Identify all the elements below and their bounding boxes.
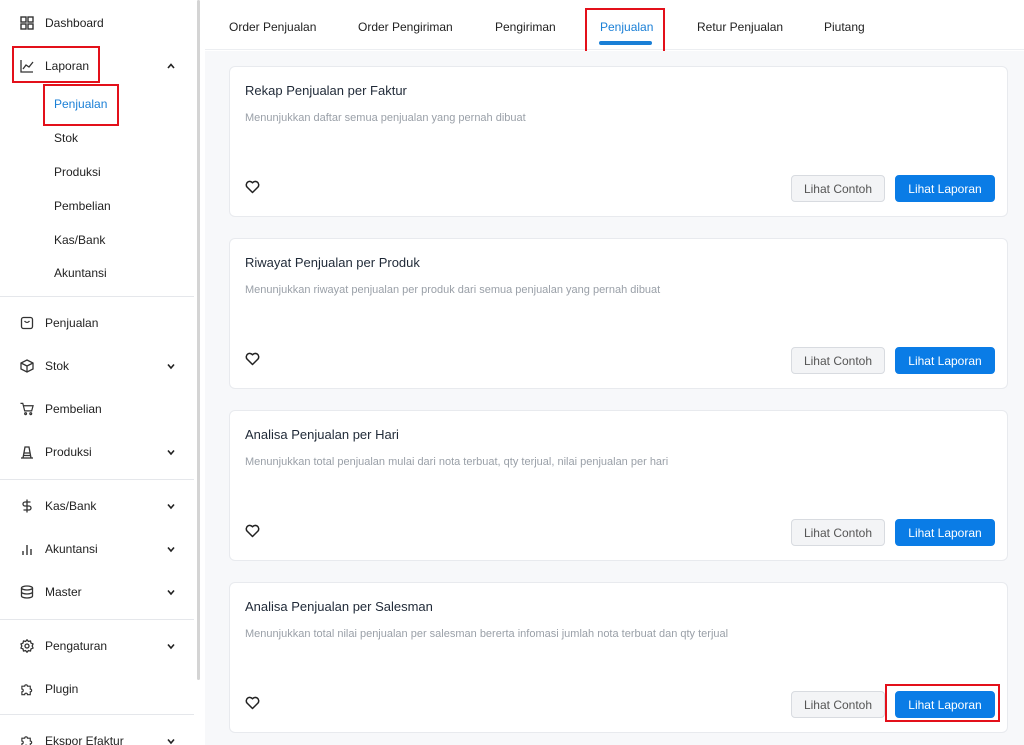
sidebar-item-akuntansi[interactable]: Akuntansi — [0, 532, 194, 566]
sidebar-item-kasbank[interactable]: Kas/Bank — [0, 489, 194, 523]
factory-icon — [20, 445, 34, 459]
sidebar-subitem-pembelian[interactable]: Pembelian — [54, 199, 111, 213]
bar-chart-icon — [20, 542, 34, 556]
highlight-box-laporan — [12, 46, 100, 83]
view-report-button[interactable]: Lihat Laporan — [895, 347, 995, 374]
gear-icon — [20, 639, 34, 653]
chevron-down-icon[interactable] — [165, 640, 177, 652]
report-title: Analisa Penjualan per Hari — [245, 427, 399, 442]
chevron-up-icon[interactable] — [165, 60, 177, 72]
chevron-down-icon[interactable] — [165, 586, 177, 598]
report-description: Menunjukkan riwayat penjualan per produk… — [245, 284, 661, 296]
heart-icon[interactable] — [245, 696, 260, 710]
highlight-box-tab-penjualan — [585, 8, 665, 57]
sidebar-item-dashboard[interactable]: Dashboard — [0, 6, 194, 40]
heart-icon[interactable] — [245, 180, 260, 194]
sidebar-item-ekspor-efaktur[interactable]: Ekspor Efaktur — [0, 724, 194, 745]
sidebar-item-pengaturan[interactable]: Pengaturan — [0, 629, 194, 663]
chevron-down-icon[interactable] — [165, 543, 177, 555]
sidebar-item-label: Produksi — [45, 445, 92, 459]
report-title: Rekap Penjualan per Faktur — [245, 83, 407, 98]
report-card: Analisa Penjualan per Hari Menunjukkan t… — [229, 410, 1008, 561]
sidebar-divider — [0, 479, 194, 480]
report-description: Menunjukkan total nilai penjualan per sa… — [245, 628, 729, 640]
sidebar-subitem-produksi[interactable]: Produksi — [54, 165, 101, 179]
report-card: Riwayat Penjualan per Produk Menunjukkan… — [229, 238, 1008, 389]
sidebar-item-label: Kas/Bank — [45, 499, 97, 513]
export-icon — [20, 734, 34, 745]
sidebar-item-label: Pembelian — [45, 402, 102, 416]
sidebar-scrollbar[interactable] — [197, 0, 200, 680]
receipt-icon — [20, 316, 34, 330]
sidebar-item-label: Pengaturan — [45, 639, 108, 653]
sidebar-subitem-akuntansi[interactable]: Akuntansi — [54, 266, 107, 280]
sidebar-item-stok[interactable]: Stok — [0, 349, 194, 383]
view-report-button[interactable]: Lihat Laporan — [895, 519, 995, 546]
grid-icon — [20, 16, 34, 30]
report-title: Riwayat Penjualan per Produk — [245, 255, 420, 270]
view-example-button[interactable]: Lihat Contoh — [791, 175, 885, 202]
sidebar-item-produksi[interactable]: Produksi — [0, 435, 194, 469]
tab-retur-penjualan[interactable]: Retur Penjualan — [697, 20, 783, 34]
view-example-button[interactable]: Lihat Contoh — [791, 519, 885, 546]
tab-piutang[interactable]: Piutang — [824, 20, 865, 34]
box-icon — [20, 359, 34, 373]
chevron-down-icon[interactable] — [165, 735, 177, 745]
chevron-down-icon[interactable] — [165, 446, 177, 458]
report-description: Menunjukkan total penjualan mulai dari n… — [245, 456, 669, 468]
sidebar-item-label: Ekspor Efaktur — [45, 734, 124, 745]
sidebar-item-plugin[interactable]: Plugin — [0, 672, 194, 706]
sidebar-item-label: Plugin — [45, 682, 79, 696]
sidebar-item-label: Stok — [45, 359, 70, 373]
view-example-button[interactable]: Lihat Contoh — [791, 691, 885, 718]
report-list: Rekap Penjualan per Faktur Menunjukkan d… — [205, 51, 1024, 745]
plugin-icon — [20, 682, 34, 696]
cart-icon — [20, 402, 34, 416]
tab-order-pengiriman[interactable]: Order Pengiriman — [358, 20, 453, 34]
sidebar-divider — [0, 619, 194, 620]
heart-icon[interactable] — [245, 352, 260, 366]
sidebar-item-pembelian[interactable]: Pembelian — [0, 392, 194, 426]
sidebar-item-label: Penjualan — [45, 316, 99, 330]
tab-pengiriman[interactable]: Pengiriman — [495, 20, 556, 34]
sidebar-item-master[interactable]: Master — [0, 575, 194, 609]
view-report-button[interactable]: Lihat Laporan — [895, 175, 995, 202]
chevron-down-icon[interactable] — [165, 500, 177, 512]
sidebar-divider — [0, 296, 194, 297]
chevron-down-icon[interactable] — [165, 360, 177, 372]
highlight-box-subitem-penjualan — [43, 84, 119, 126]
report-title: Analisa Penjualan per Salesman — [245, 599, 433, 614]
sidebar-subitem-kasbank[interactable]: Kas/Bank — [54, 233, 105, 247]
sidebar: Dashboard Laporan Penjualan Stok Produks… — [0, 0, 196, 745]
heart-icon[interactable] — [245, 524, 260, 538]
sidebar-divider — [0, 714, 194, 715]
database-icon — [20, 585, 34, 599]
dollar-icon — [20, 499, 34, 513]
view-example-button[interactable]: Lihat Contoh — [791, 347, 885, 374]
sidebar-item-label: Akuntansi — [45, 542, 98, 556]
sidebar-item-label: Dashboard — [45, 16, 104, 30]
tab-order-penjualan[interactable]: Order Penjualan — [229, 20, 316, 34]
sidebar-item-label: Master — [45, 585, 82, 599]
highlight-box-view-report — [885, 684, 1000, 722]
report-card: Rekap Penjualan per Faktur Menunjukkan d… — [229, 66, 1008, 217]
report-description: Menunjukkan daftar semua penjualan yang … — [245, 112, 526, 124]
sidebar-subitem-stok[interactable]: Stok — [54, 131, 78, 145]
sidebar-item-penjualan[interactable]: Penjualan — [0, 306, 194, 340]
